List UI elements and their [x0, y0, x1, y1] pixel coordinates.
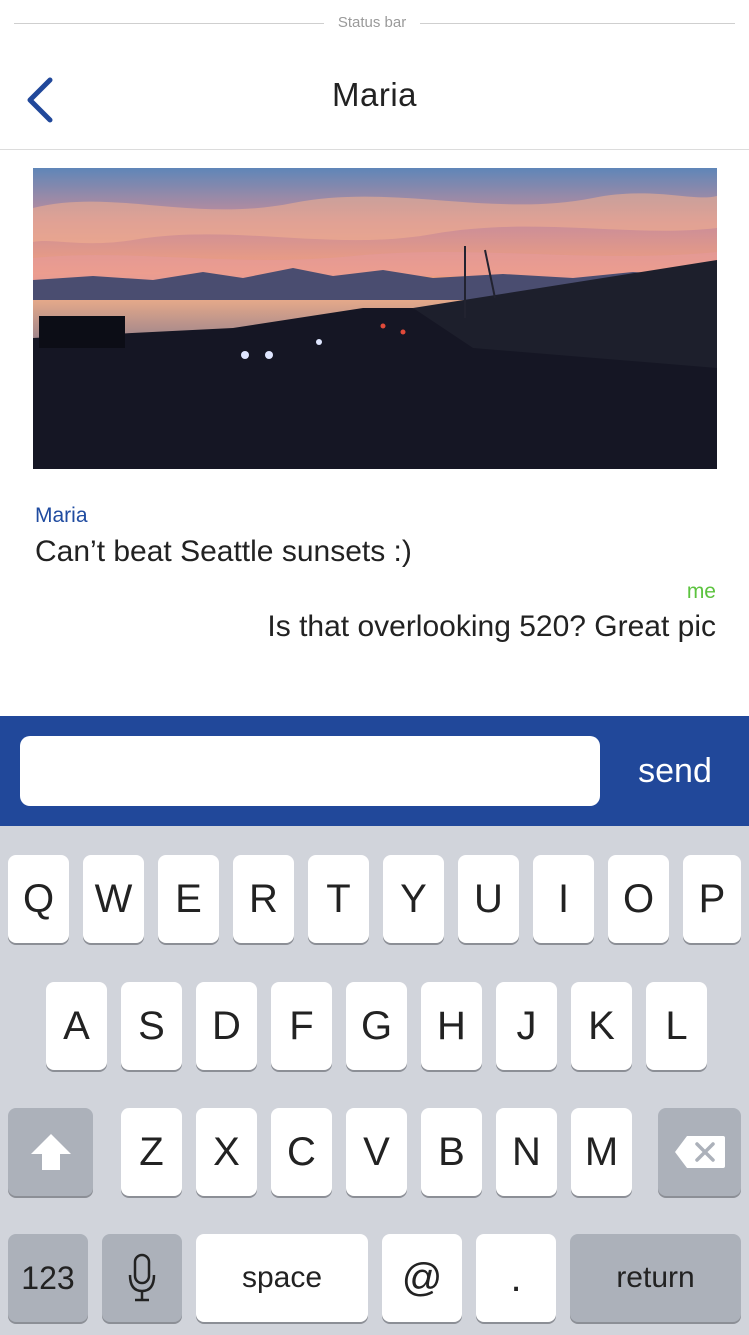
backspace-icon — [674, 1136, 725, 1168]
message-sender-maria: Maria — [35, 504, 88, 527]
key-e[interactable]: E — [158, 855, 219, 943]
shift-key[interactable] — [8, 1108, 93, 1196]
key-h[interactable]: H — [421, 982, 482, 1070]
key-q[interactable]: Q — [8, 855, 69, 943]
composer-bar: send — [0, 716, 749, 826]
key-x[interactable]: X — [196, 1108, 257, 1196]
numbers-key[interactable]: 123 — [8, 1234, 88, 1322]
at-key[interactable]: @ — [382, 1234, 462, 1322]
return-key[interactable]: return — [570, 1234, 741, 1322]
key-g[interactable]: G — [346, 982, 407, 1070]
backspace-key[interactable] — [658, 1108, 741, 1196]
key-n[interactable]: N — [496, 1108, 557, 1196]
status-divider-left — [14, 23, 324, 24]
key-j[interactable]: J — [496, 982, 557, 1070]
status-bar: Status bar — [0, 0, 749, 48]
key-v[interactable]: V — [346, 1108, 407, 1196]
message-text-me: Is that overlooking 520? Great pic — [267, 610, 716, 643]
key-r[interactable]: R — [233, 855, 294, 943]
key-t[interactable]: T — [308, 855, 369, 943]
shift-arrow-icon — [30, 1134, 71, 1170]
key-l[interactable]: L — [646, 982, 707, 1070]
key-s[interactable]: S — [121, 982, 182, 1070]
message-sender-me: me — [686, 580, 716, 603]
status-bar-label: Status bar — [337, 14, 407, 31]
key-k[interactable]: K — [571, 982, 632, 1070]
page-title: Maria — [331, 76, 418, 113]
shared-photo[interactable] — [33, 168, 717, 469]
key-c[interactable]: C — [271, 1108, 332, 1196]
space-key[interactable]: space — [196, 1234, 368, 1322]
key-y[interactable]: Y — [383, 855, 444, 943]
key-m[interactable]: M — [571, 1108, 632, 1196]
key-i[interactable]: I — [533, 855, 594, 943]
key-z[interactable]: Z — [121, 1108, 182, 1196]
key-w[interactable]: W — [83, 855, 144, 943]
key-o[interactable]: O — [608, 855, 669, 943]
key-a[interactable]: A — [46, 982, 107, 1070]
message-text-maria: Can’t beat Seattle sunsets :) — [35, 535, 412, 568]
keyboard: Q W E R T Y U I O P A S D F G H J K L Z … — [0, 826, 749, 1335]
status-divider-right — [420, 23, 735, 24]
key-u[interactable]: U — [458, 855, 519, 943]
message-input[interactable] — [20, 736, 600, 806]
dictation-key[interactable] — [102, 1234, 182, 1322]
key-p[interactable]: P — [683, 855, 741, 943]
key-d[interactable]: D — [196, 982, 257, 1070]
send-button[interactable]: send — [612, 736, 738, 806]
key-b[interactable]: B — [421, 1108, 482, 1196]
nav-bar: Maria — [0, 48, 749, 150]
microphone-icon — [128, 1253, 156, 1302]
key-f[interactable]: F — [271, 982, 332, 1070]
period-key[interactable]: . — [476, 1234, 556, 1322]
